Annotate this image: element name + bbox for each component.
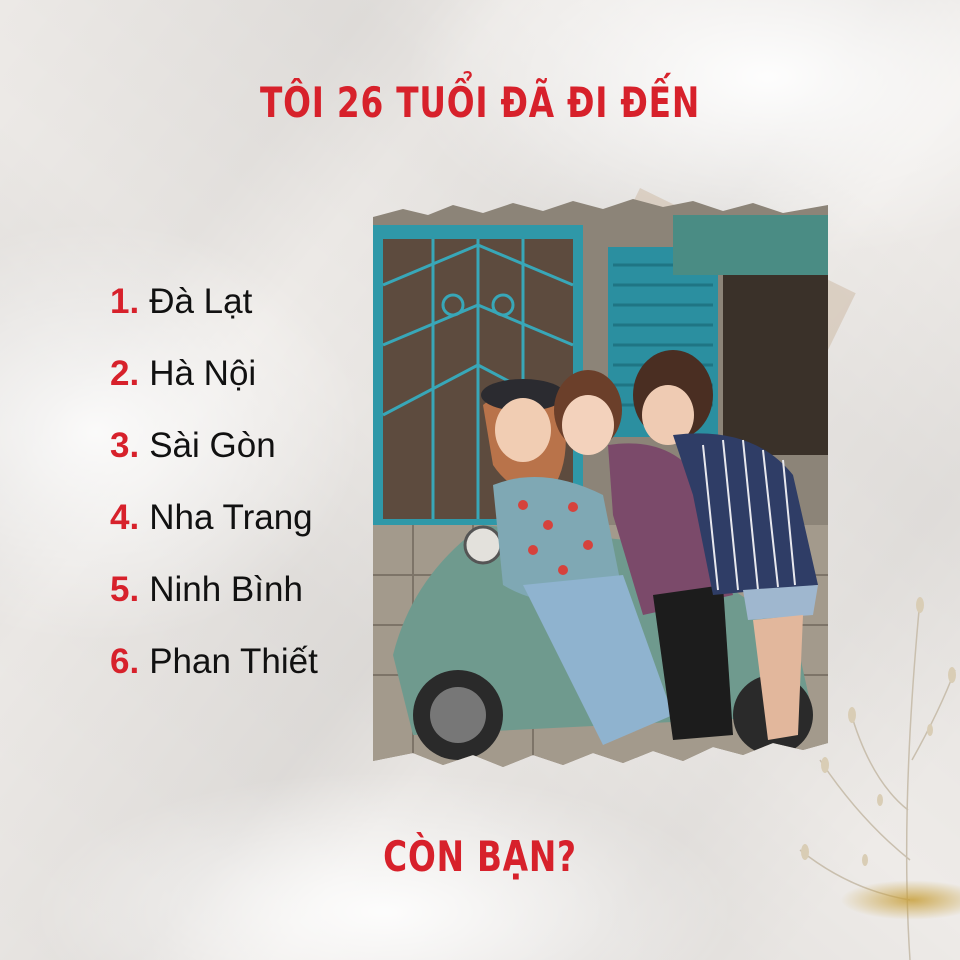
list-number: 5. <box>110 570 140 609</box>
photo <box>373 195 828 770</box>
list-item: 5. Ninh Bình <box>110 566 318 638</box>
poster: TÔI 26 TUỔI ĐÃ ĐI ĐẾN 1. Đà Lạt 2. Hà Nội … <box>0 0 960 960</box>
list-item: 3. Sài Gòn <box>110 422 318 494</box>
closing-question: CÒN BẠN? <box>383 832 577 881</box>
poster-title: TÔI 26 TUỔI ĐÃ ĐI ĐẾN <box>259 78 701 127</box>
list-number: 4. <box>110 498 140 537</box>
place-name: Hà Nội <box>149 354 257 393</box>
photo-three-friends-motorbike-icon <box>373 199 828 767</box>
list-item: 6. Phan Thiết <box>110 638 318 710</box>
list-item: 2. Hà Nội <box>110 350 318 422</box>
list-item: 4. Nha Trang <box>110 494 318 566</box>
place-name: Ninh Bình <box>149 570 303 609</box>
list-number: 6. <box>110 642 140 681</box>
place-name: Đà Lạt <box>149 282 253 321</box>
places-list: 1. Đà Lạt 2. Hà Nội 3. Sài Gòn 4. Nha Trang … <box>110 278 318 710</box>
place-name: Sài Gòn <box>149 426 276 465</box>
place-name: Phan Thiết <box>149 642 318 681</box>
list-number: 1. <box>110 282 140 321</box>
gold-glitter <box>840 880 960 920</box>
list-number: 3. <box>110 426 140 465</box>
list-number: 2. <box>110 354 140 393</box>
list-item: 1. Đà Lạt <box>110 278 318 350</box>
place-name: Nha Trang <box>149 498 313 537</box>
